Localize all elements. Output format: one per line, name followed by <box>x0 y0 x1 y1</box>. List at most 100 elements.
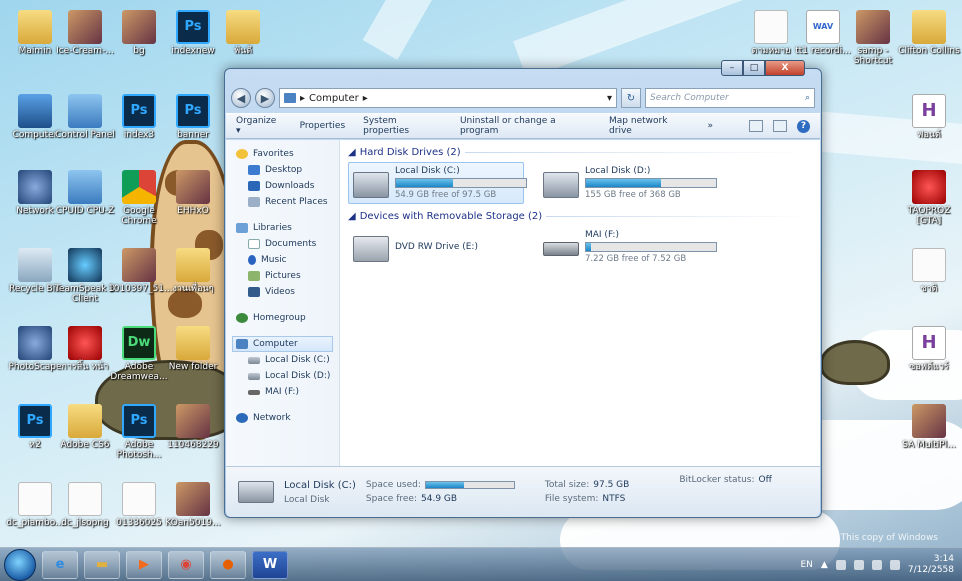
desktop-icon-red-app[interactable]: การสิ้น หน้า <box>54 326 116 372</box>
action-center-icon[interactable] <box>835 560 846 570</box>
desktop-icon-index3[interactable]: Ps index3 <box>108 94 170 140</box>
network-status-icon[interactable] <box>853 560 864 570</box>
desktop-icon-control-panel[interactable]: Control Panel <box>54 94 116 140</box>
word-taskbar-button[interactable]: W <box>252 550 288 579</box>
nav-desktop[interactable]: Desktop <box>236 162 339 178</box>
explorer-window: – □ X ◀ ▶ ▸ Computer ▸ ▾ ↻ Search Comput… <box>224 60 822 518</box>
collapse-icon: ◢ <box>348 210 356 222</box>
firefox-taskbar-button[interactable]: ● <box>210 550 246 579</box>
drive-local-disk-c[interactable]: Local Disk (C:) 54.9 GB free of 97.5 GB <box>348 162 527 204</box>
nav-downloads[interactable]: Downloads <box>236 178 339 194</box>
drive-dvd-rw-e[interactable]: DVD RW Drive (E:) <box>348 226 524 268</box>
videos-icon <box>248 287 260 297</box>
desktop-icon-1010397[interactable]: 1010397_51... <box>108 248 173 294</box>
uninstall-button[interactable]: Uninstall or change a program <box>460 116 591 136</box>
nav-recent-places[interactable]: Recent Places <box>236 194 339 210</box>
ie-icon: e <box>55 557 65 572</box>
desktop-icon-dc-jlsopng[interactable]: dc_jlsopng <box>54 482 116 528</box>
group-header-removable[interactable]: ◢ Devices with Removable Storage (2) <box>348 208 810 224</box>
nav-favorites[interactable]: Favorites <box>236 146 339 162</box>
clock-time: 3:14 <box>933 554 954 564</box>
nav-homegroup[interactable]: Homegroup <box>236 310 339 326</box>
desktop-icon-chart[interactable]: ชาติ <box>898 248 960 294</box>
desktop-icon-banner[interactable]: Ps banner <box>162 94 224 140</box>
desktop-icon-software[interactable]: H ซอฟต์แวร์ <box>898 326 960 372</box>
system-properties-button[interactable]: System properties <box>363 116 442 136</box>
desktop-icon-koan[interactable]: KOan5019... <box>162 482 224 528</box>
details-usage-fill <box>425 482 465 488</box>
teamspeak-icon <box>68 248 102 282</box>
forward-button[interactable]: ▶ <box>255 88 275 108</box>
minimize-button[interactable]: – <box>721 60 743 76</box>
desktop-icon-friends-work[interactable]: งานเพื่อนๆ <box>162 248 224 294</box>
nav-network[interactable]: Network <box>236 410 339 426</box>
refresh-button[interactable]: ↻ <box>621 88 641 108</box>
change-view-icon[interactable] <box>748 120 763 132</box>
desktop-icon-110468229[interactable]: 110468229 <box>162 404 224 450</box>
drive-local-disk-d[interactable]: Local Disk (D:) 155 GB free of 368 GB <box>538 162 717 204</box>
nav-computer[interactable]: Computer <box>232 336 333 352</box>
nav-videos[interactable]: Videos <box>236 284 339 300</box>
nav-local-disk-c[interactable]: Local Disk (C:) <box>236 352 339 368</box>
nav-music[interactable]: Music <box>236 252 339 268</box>
nav-local-disk-d[interactable]: Local Disk (D:) <box>236 368 339 384</box>
computer-icon <box>284 93 296 103</box>
nav-pictures[interactable]: Pictures <box>236 268 339 284</box>
usb-drive-icon <box>543 242 579 256</box>
desktop-icon-dreamweaver[interactable]: Dw Adobe Dreamwea... <box>108 326 170 382</box>
preview-pane-icon[interactable] <box>772 120 787 132</box>
nav-libraries[interactable]: Libraries <box>236 220 339 236</box>
address-bar[interactable]: ▸ Computer ▸ ▾ <box>279 88 617 108</box>
drive-name: Local Disk (D:) <box>585 166 651 176</box>
group-header-hard-disks[interactable]: ◢ Hard Disk Drives (2) <box>348 144 810 160</box>
show-hidden-icons-icon[interactable]: ▲ <box>821 560 828 570</box>
desktop-icon-ice-cream[interactable]: Ice-Cream-... <box>54 10 116 56</box>
folder-icon <box>18 10 52 44</box>
help-icon[interactable]: ? <box>796 119 810 133</box>
nav-documents[interactable]: Documents <box>236 236 339 252</box>
explorer-taskbar-button[interactable]: ▬ <box>84 550 120 579</box>
volume-icon[interactable] <box>889 560 900 570</box>
image-icon <box>68 10 102 44</box>
signal-icon[interactable] <box>871 560 882 570</box>
desktop-icon-ehhxo[interactable]: EHHxO <box>162 170 224 216</box>
desktop-icon-new-folder[interactable]: New folder <box>162 326 224 372</box>
desktop-icon-cpuz[interactable]: CPUID CPU-Z <box>54 170 116 216</box>
desktop-icon-bg[interactable]: bg <box>108 10 170 56</box>
chrome-taskbar-button[interactable]: ◉ <box>168 550 204 579</box>
desktop-icon-adobe-cs6[interactable]: Adobe CS6 <box>54 404 116 450</box>
document-icon <box>18 482 52 516</box>
desktop-icon-teamspeak[interactable]: TeamSpeak 3 Client <box>54 248 116 304</box>
chrome-icon <box>122 170 156 204</box>
clock[interactable]: 3:14 7/12/2558 <box>908 554 954 576</box>
music-icon <box>248 255 256 265</box>
computer-icon <box>18 94 52 128</box>
maximize-button[interactable]: □ <box>743 60 765 76</box>
map-network-drive-button[interactable]: Map network drive <box>609 116 689 136</box>
language-indicator[interactable]: EN <box>801 560 813 570</box>
desktop-icon-chrome[interactable]: Google Chrome <box>108 170 170 226</box>
search-input[interactable]: Search Computer ⌕ <box>645 88 815 108</box>
wav-file-icon: WAV <box>806 10 840 44</box>
close-button[interactable]: X <box>765 60 805 76</box>
properties-button[interactable]: Properties <box>300 121 345 131</box>
address-dropdown-icon[interactable]: ▾ <box>607 93 612 104</box>
internet-explorer-taskbar-button[interactable]: e <box>42 550 78 579</box>
nav-mai-f[interactable]: MAI (F:) <box>236 384 339 400</box>
desktop-icon-samp[interactable]: samp - Shortcut <box>842 10 904 66</box>
breadcrumb-computer[interactable]: Computer <box>309 93 359 104</box>
organize-button[interactable]: Organize ▾ <box>236 116 282 136</box>
desktop-icon-clifton-collins[interactable]: Clifton Collins <box>898 10 960 56</box>
desktop-icon-sa-multiplayer[interactable]: SA MultiPl... <box>898 404 960 450</box>
desktop-icon-01336025[interactable]: 01336025 <box>108 482 170 528</box>
more-commands-button[interactable]: » <box>707 121 713 131</box>
drive-free-text: 54.9 GB free of 97.5 GB <box>395 190 497 200</box>
drive-mai-f[interactable]: MAI (F:) 7.22 GB free of 7.52 GB <box>538 226 717 268</box>
desktop-icon-taoproz[interactable]: TAOPROZ [GTA] <box>898 170 960 226</box>
media-player-taskbar-button[interactable]: ▶ <box>126 550 162 579</box>
desktop-icon-folder-thai[interactable]: ฟันดี <box>212 10 274 56</box>
back-button[interactable]: ◀ <box>231 88 251 108</box>
desktop-icon-font[interactable]: H ฟอนต์ <box>898 94 960 140</box>
desktop-icon-photoshop[interactable]: Ps Adobe Photosh... <box>108 404 170 460</box>
start-button[interactable] <box>4 548 36 581</box>
